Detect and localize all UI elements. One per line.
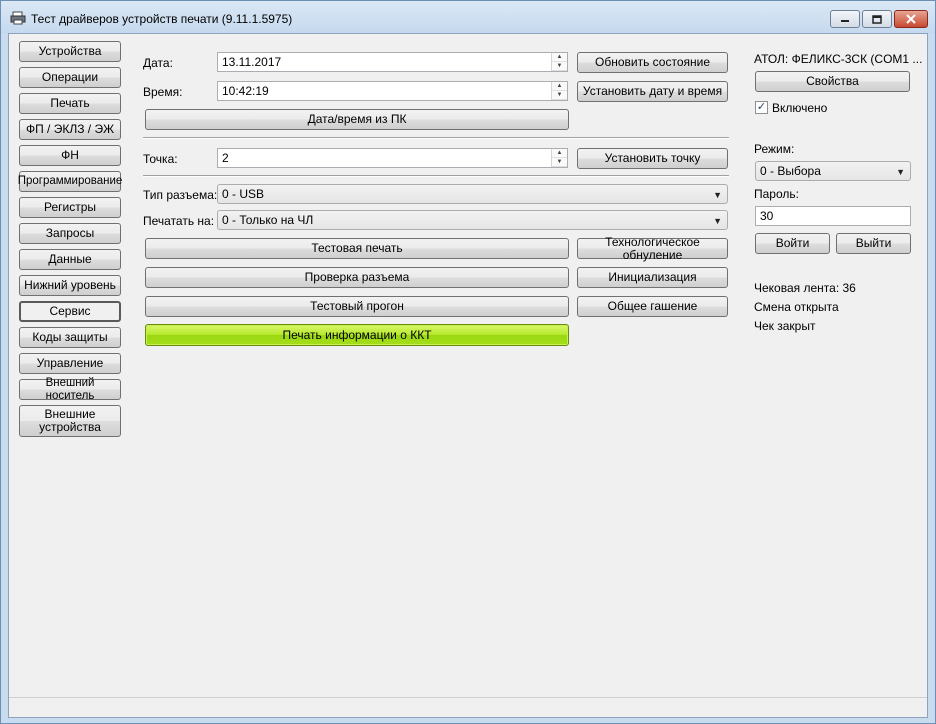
sidebar-item-devices[interactable]: Устройства [19,41,121,62]
check-connector-button[interactable]: Проверка разъема [145,267,569,288]
properties-button[interactable]: Свойства [755,71,910,92]
sidebar-item-management[interactable]: Управление [19,353,121,374]
minimize-icon [841,20,849,22]
point-label: Точка: [143,152,178,166]
chevron-down-icon: ▼ [896,167,905,177]
chevron-down-icon: ▼ [713,216,722,226]
close-button[interactable] [894,10,928,28]
sidebar-item-fn[interactable]: ФН [19,145,121,166]
date-label: Дата: [143,56,173,70]
client-area: Устройства Операции Печать ФП / ЭКЛЗ / Э… [8,33,928,718]
mode-select[interactable]: 0 - Выбора ▼ [755,161,911,181]
spin-down-icon[interactable]: ▼ [552,91,567,100]
point-spinner[interactable]: ▲ ▼ [551,149,567,167]
test-print-button[interactable]: Тестовая печать [145,238,569,259]
separator [143,175,729,177]
tech-reset-button[interactable]: Технологическое обнуление [577,235,728,261]
date-value: 13.11.2017 [222,55,282,69]
status-bar-divider [9,697,927,698]
print-on-value: 0 - Только на ЧЛ [222,213,314,227]
refresh-status-button[interactable]: Обновить состояние [577,52,728,73]
minimize-button[interactable] [830,10,860,28]
sidebar-item-registers[interactable]: Регистры [19,197,121,218]
time-label: Время: [143,85,183,99]
maximize-button[interactable] [862,10,892,28]
separator [143,137,729,139]
enabled-label: Включено [772,101,828,115]
spin-down-icon[interactable]: ▼ [552,158,567,167]
time-field[interactable]: 10:42:19 ▲ ▼ [217,81,568,101]
connector-value: 0 - USB [222,187,265,201]
pc-datetime-button[interactable]: Дата/время из ПК [145,109,569,130]
sidebar-item-data[interactable]: Данные [19,249,121,270]
printer-icon [10,11,26,25]
password-label: Пароль: [754,187,799,201]
login-button[interactable]: Войти [755,233,830,254]
sidebar-item-service[interactable]: Сервис [19,301,121,322]
sidebar-item-protection-codes[interactable]: Коды защиты [19,327,121,348]
initialization-button[interactable]: Инициализация [577,267,728,288]
password-field[interactable]: 30 [755,206,911,226]
connector-label: Тип разъема: [143,188,218,202]
set-point-button[interactable]: Установить точку [577,148,728,169]
logout-button[interactable]: Выйти [836,233,911,254]
sidebar-item-print[interactable]: Печать [19,93,121,114]
app-window: Тест драйверов устройств печати (9.11.1.… [0,0,936,724]
window-title: Тест драйверов устройств печати (9.11.1.… [31,12,293,26]
title-bar[interactable]: Тест драйверов устройств печати (9.11.1.… [1,1,935,33]
time-value: 10:42:19 [222,84,269,98]
sidebar-item-operations[interactable]: Операции [19,67,121,88]
date-spinner[interactable]: ▲ ▼ [551,53,567,71]
checkmark-icon: ✓ [756,101,767,113]
chevron-down-icon: ▼ [713,190,722,200]
spin-down-icon[interactable]: ▼ [552,62,567,71]
print-on-label: Печатать на: [143,214,215,228]
print-on-select[interactable]: 0 - Только на ЧЛ ▼ [217,210,728,230]
sidebar-item-programming[interactable]: Программирование [18,171,122,192]
time-spinner[interactable]: ▲ ▼ [551,82,567,100]
test-run-button[interactable]: Тестовый прогон [145,296,569,317]
point-value: 2 [222,151,229,165]
sidebar-item-external-devices[interactable]: Внешние устройства [19,405,121,437]
mode-label: Режим: [754,142,795,156]
connector-select[interactable]: 0 - USB ▼ [217,184,728,204]
receipt-tape-status: Чековая лента: 36 [754,281,856,295]
mode-value: 0 - Выбора [760,164,821,178]
general-cancel-button[interactable]: Общее гашение [577,296,728,317]
close-icon [906,14,916,24]
print-kkt-info-button[interactable]: Печать информации о ККТ [145,324,569,346]
sidebar-item-requests[interactable]: Запросы [19,223,121,244]
set-datetime-button[interactable]: Установить дату и время [577,81,728,102]
check-status: Чек закрыт [754,319,816,333]
sidebar-item-low-level[interactable]: Нижний уровень [19,275,121,296]
sidebar-item-fp[interactable]: ФП / ЭКЛЗ / ЭЖ [19,119,121,140]
device-name: АТОЛ: ФЕЛИКС-3СК (COM1 ... [754,52,923,66]
password-value: 30 [760,209,774,223]
date-field[interactable]: 13.11.2017 ▲ ▼ [217,52,568,72]
enabled-checkbox[interactable]: ✓ [755,101,768,114]
sidebar-item-external-media[interactable]: Внешний носитель [19,377,121,402]
maximize-icon [872,14,882,24]
shift-status: Смена открыта [754,300,839,314]
point-field[interactable]: 2 ▲ ▼ [217,148,568,168]
